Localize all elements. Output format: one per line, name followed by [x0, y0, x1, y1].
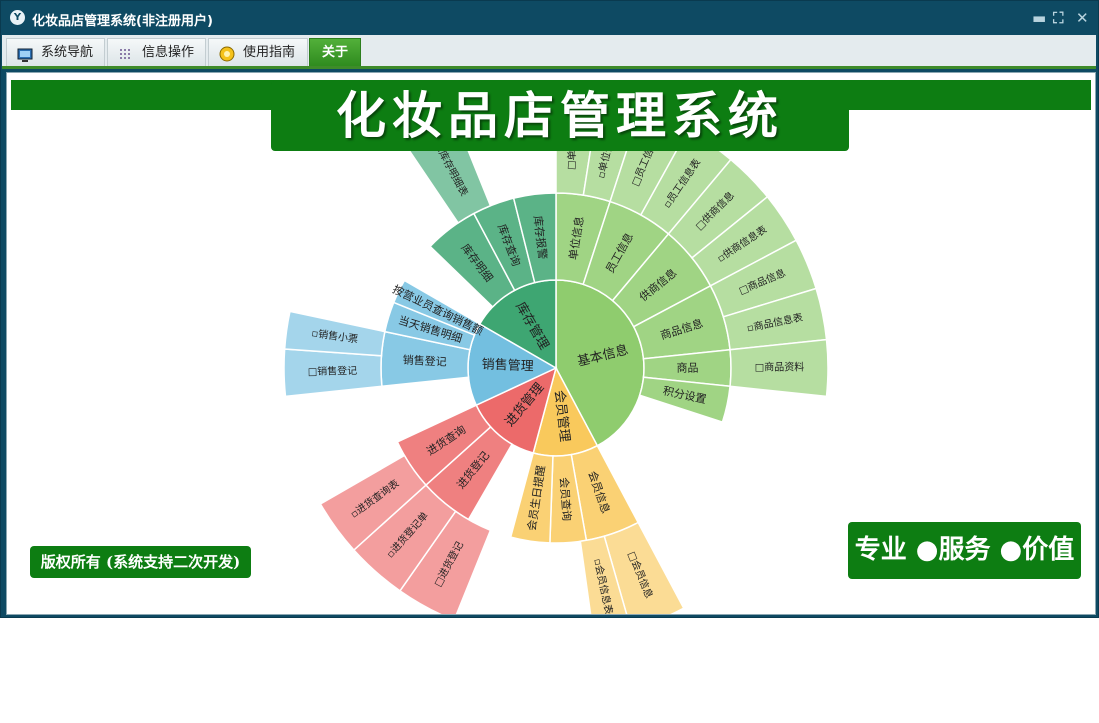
- close-icon[interactable]: ✕: [1076, 9, 1089, 27]
- tab-system-nav[interactable]: 系统导航: [6, 38, 105, 66]
- minimize-icon[interactable]: ▬: [1032, 9, 1046, 27]
- app-logo-icon: Y: [10, 10, 25, 25]
- sunburst-ring3-14-label: □销售登记: [308, 364, 358, 378]
- grid-icon: [118, 45, 134, 59]
- tab-label: 关于: [321, 45, 348, 60]
- restore-icon[interactable]: ⛶: [1053, 9, 1064, 27]
- slogan-badge: 专业 ●服务 ●价值: [848, 522, 1081, 579]
- tab-about[interactable]: 关于: [309, 38, 361, 66]
- sunburst-ring3-8-label: □商品资料: [755, 361, 804, 374]
- toolbar: 系统导航 信息操作 使用指南 关于: [2, 35, 1096, 69]
- sunburst-ring2-4-label: 商品: [677, 361, 699, 375]
- sunburst-ring2-8[interactable]: 会员生日提醒: [509, 452, 554, 544]
- sunburst-center-3-label: 销售管理: [481, 356, 534, 374]
- copyright-badge: 版权所有 (系统支持二次开发): [30, 546, 251, 578]
- tab-info-ops[interactable]: 信息操作: [107, 38, 206, 66]
- tab-label: 信息操作: [142, 45, 195, 60]
- tab-user-guide[interactable]: 使用指南: [208, 38, 308, 66]
- page-title: 化妆品店管理系统: [271, 81, 849, 151]
- help-coin-icon: [219, 45, 235, 62]
- monitor-icon: [17, 45, 33, 62]
- sunburst-ring3-14[interactable]: □销售登记: [283, 348, 383, 398]
- main-content: 基本信息 会员管理 进货管理 销售管理 库存管理 单位信息 员工信息 供商信息 商品信息 商品 积分…: [6, 72, 1096, 615]
- window-title: 化妆品店管理系统(非注册用户): [32, 14, 213, 29]
- tab-label: 系统导航: [41, 45, 94, 60]
- sunburst-ring3-8[interactable]: □商品资料: [729, 338, 829, 398]
- sunburst-ring3-15[interactable]: ▫销售小票: [283, 310, 386, 357]
- sunburst-ring2-11-label: 销售登记: [402, 352, 447, 368]
- tab-label: 使用指南: [243, 45, 296, 60]
- title-bar[interactable]: Y 化妆品店管理系统(非注册用户) ▬ ⛶ ✕: [1, 1, 1098, 35]
- app-window: Y 化妆品店管理系统(非注册用户) ▬ ⛶ ✕ 系统导航 信息操作 使用指南 关…: [0, 0, 1099, 618]
